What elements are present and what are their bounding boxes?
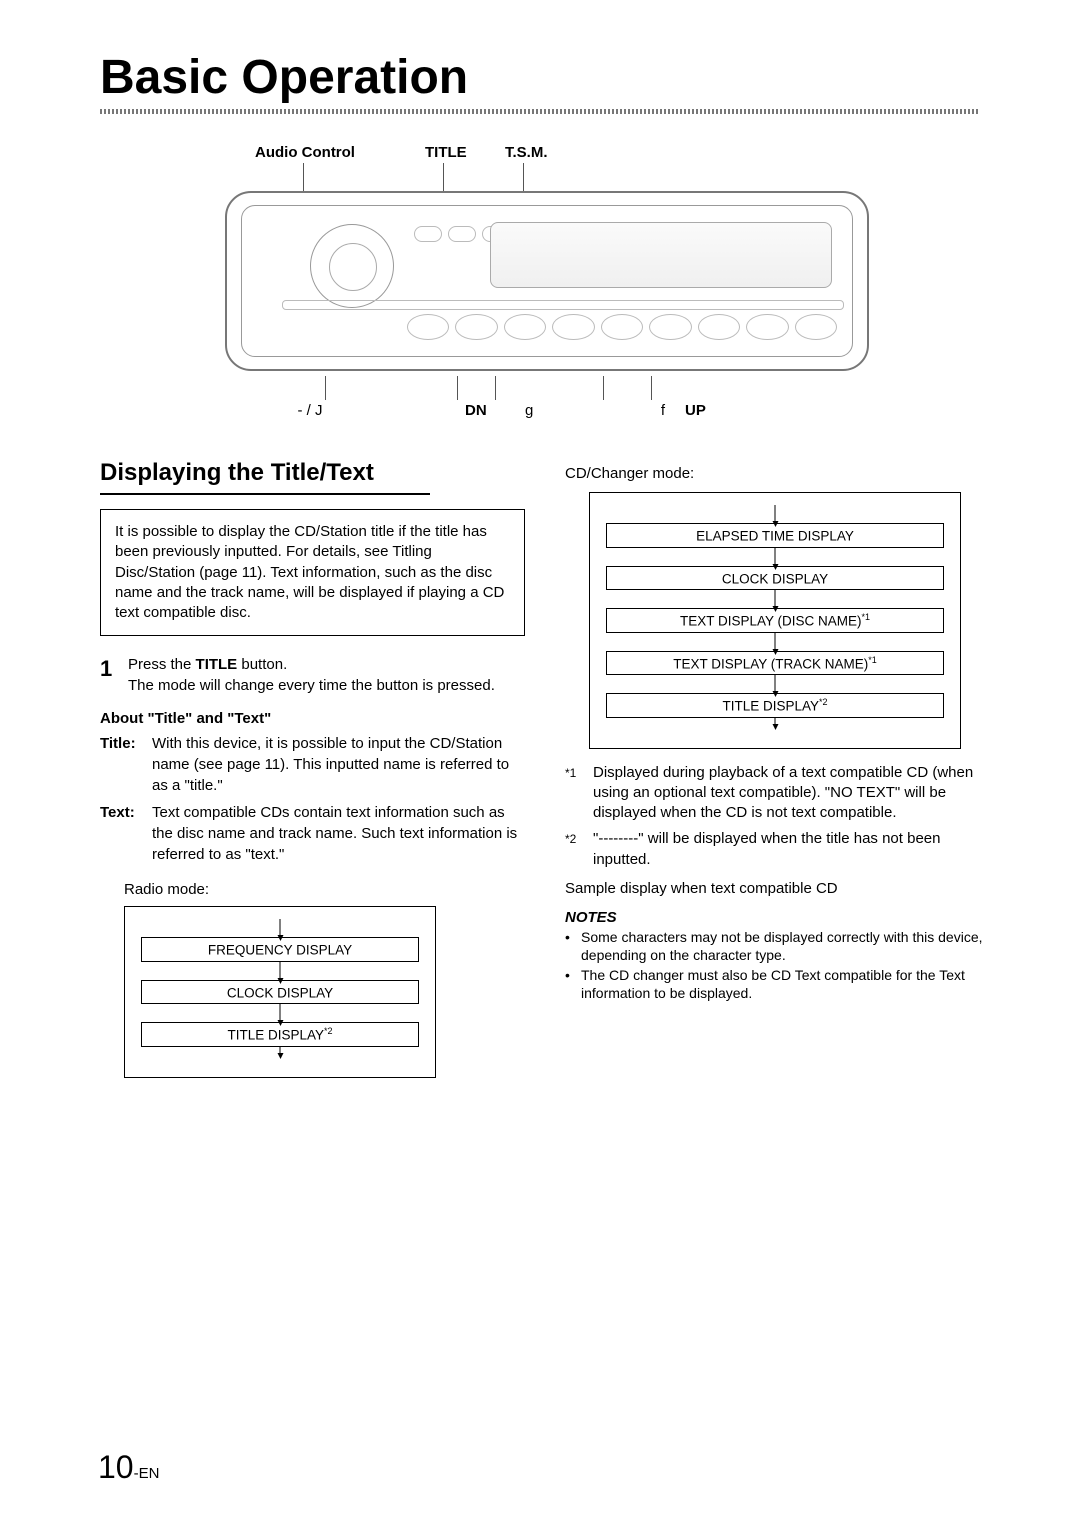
label-up: UP [685, 402, 725, 419]
bullet-icon: • [565, 966, 575, 1002]
stereo-outline [225, 191, 869, 371]
step-text-a: Press the [128, 656, 196, 673]
cycle-item: FREQUENCY DISPLAY [141, 937, 419, 962]
cycle-item: TITLE DISPLAY*2 [606, 693, 944, 718]
heading-rule [100, 493, 430, 495]
cycle-item: CLOCK DISPLAY [606, 566, 944, 591]
footnote-2: "--------" will be displayed when the ti… [593, 829, 990, 870]
intro-box: It is possible to display the CD/Station… [100, 509, 525, 636]
def-title-text: With this device, it is possible to inpu… [152, 733, 525, 796]
label-play-pause: - / J [235, 402, 385, 419]
dial-icon [310, 224, 394, 308]
sample-caption: Sample display when text compatible CD [565, 880, 990, 897]
section-heading: Displaying the Title/Text [100, 459, 525, 487]
about-subhead: About "Title" and "Text" [100, 710, 525, 727]
footnote-1: Displayed during playback of a text comp… [593, 763, 990, 824]
cycle-item: TITLE DISPLAY*2 [141, 1022, 419, 1047]
label-f: f [555, 402, 685, 419]
title-rule [100, 109, 980, 114]
def-text-text: Text compatible CDs contain text informa… [152, 802, 525, 865]
cycle-item: TEXT DISPLAY (DISC NAME)*1 [606, 608, 944, 633]
page-title: Basic Operation [100, 50, 990, 105]
bullet-icon: • [565, 928, 575, 964]
notes-heading: NOTES [565, 909, 990, 926]
cycle-item: TEXT DISPLAY (TRACK NAME)*1 [606, 651, 944, 676]
label-audio-control: Audio Control [255, 144, 425, 161]
step-1: 1 Press the TITLE button. The mode will … [100, 654, 525, 696]
label-g: g [525, 402, 555, 419]
cycle-item: ELAPSED TIME DISPLAY [606, 523, 944, 548]
preset-buttons [407, 314, 837, 342]
cycle-item: CLOCK DISPLAY [141, 980, 419, 1005]
label-dn: DN [465, 402, 525, 419]
footnote-mark-1: *1 [565, 765, 585, 824]
radio-mode-label: Radio mode: [124, 881, 525, 898]
label-tsm: T.S.M. [505, 144, 585, 161]
step-number: 1 [100, 654, 118, 696]
cd-cycle-box: ELAPSED TIME DISPLAY CLOCK DISPLAY TEXT … [589, 492, 961, 749]
label-title-button: TITLE [425, 144, 505, 161]
step-button-name: TITLE [196, 656, 238, 673]
step-text-b: button. [237, 656, 287, 673]
radio-cycle-box: FREQUENCY DISPLAY CLOCK DISPLAY TITLE DI… [124, 906, 436, 1078]
lcd-display [490, 222, 832, 288]
note-1: Some characters may not be displayed cor… [581, 928, 990, 964]
footnote-mark-2: *2 [565, 831, 585, 870]
page-number: 10-EN [98, 1449, 159, 1486]
def-title-label: Title: [100, 733, 146, 796]
cd-mode-label: CD/Changer mode: [565, 465, 990, 482]
def-text-label: Text: [100, 802, 146, 865]
device-diagram: Audio Control TITLE T.S.M. [195, 144, 895, 419]
step-text-c: The mode will change every time the butt… [128, 677, 495, 694]
note-2: The CD changer must also be CD Text comp… [581, 966, 990, 1002]
